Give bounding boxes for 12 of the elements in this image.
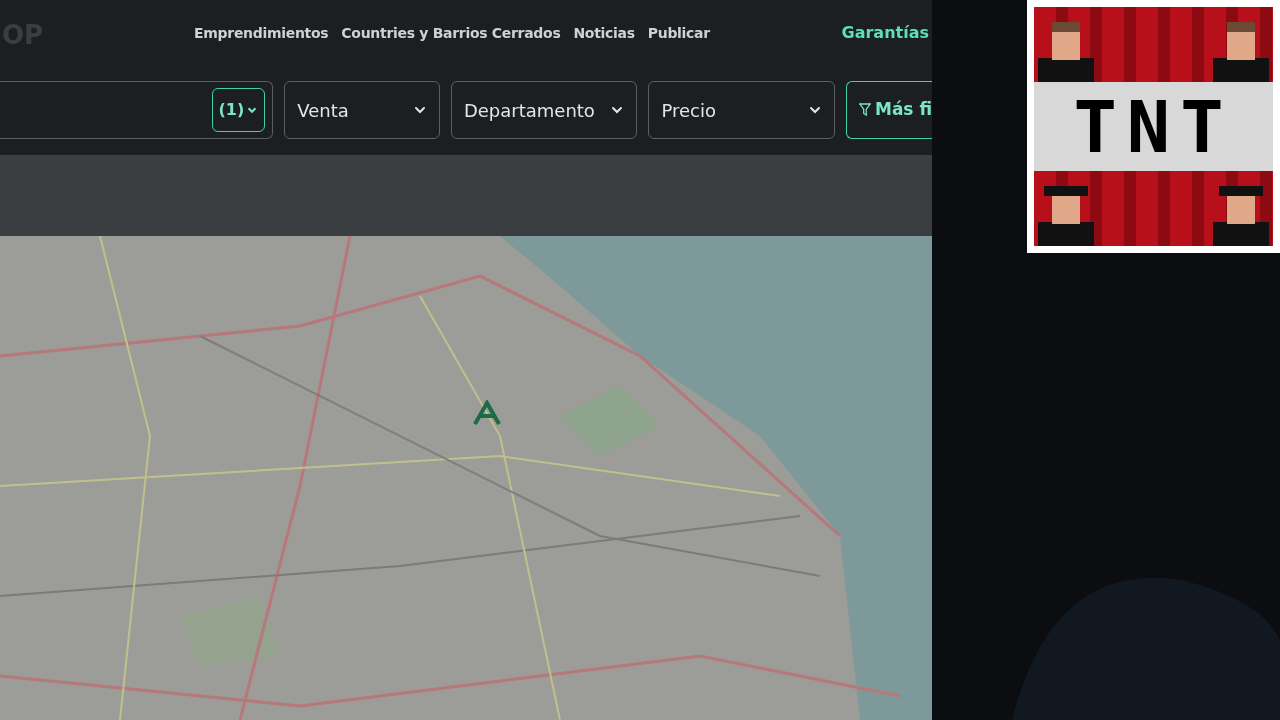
nav-link[interactable]: Publicar — [647, 22, 710, 44]
filter-dropdown[interactable]: Venta — [284, 81, 440, 139]
nav-link[interactable]: Noticias — [573, 22, 635, 44]
filter-icon — [859, 102, 871, 118]
guarantees-link[interactable]: Garantías — [841, 21, 929, 45]
location-field[interactable]: (1) — [0, 81, 274, 139]
location-count-button[interactable]: (1) — [211, 88, 266, 132]
filter-dropdown[interactable]: Precio — [648, 81, 835, 139]
filter-dropdown[interactable]: Departamento — [450, 81, 638, 139]
nav-link[interactable]: Countries y Barrios Cerrados — [341, 22, 561, 44]
nav-link[interactable]: Emprendimientos — [194, 22, 329, 44]
map-marker-icon[interactable] — [473, 400, 501, 426]
